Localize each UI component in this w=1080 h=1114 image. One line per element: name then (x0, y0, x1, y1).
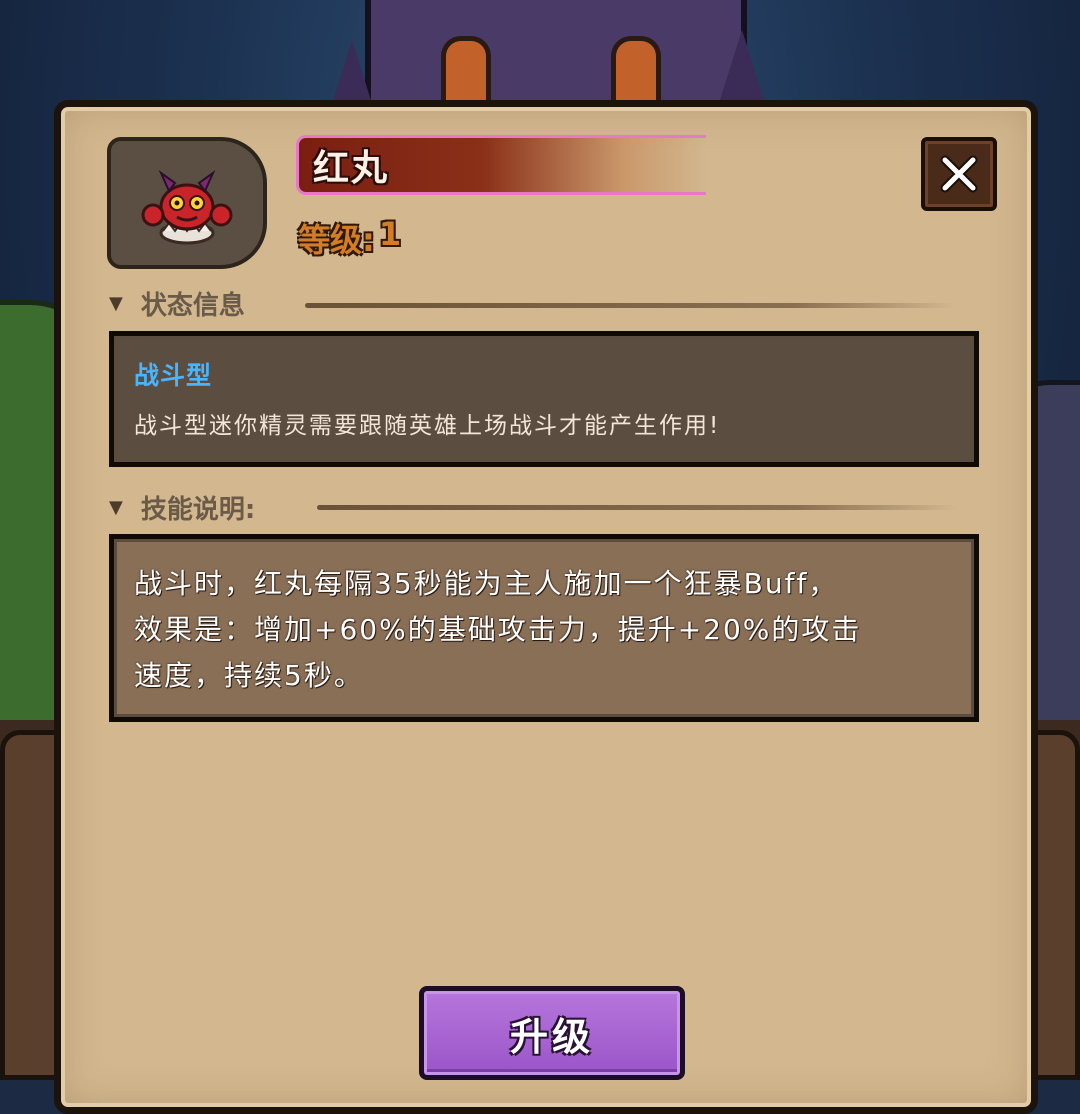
pet-level: 等级: 1 (298, 215, 401, 261)
close-button[interactable] (921, 137, 997, 211)
skill-line: 效果是：增加+60%的基础攻击力，提升+20%的攻击 (134, 613, 862, 646)
status-info-box: 战斗型 战斗型迷你精灵需要跟随英雄上场战斗才能产生作用! (109, 331, 979, 467)
skill-line: 速度，持续5秒。 (134, 659, 364, 692)
upgrade-button[interactable]: 升级 (419, 986, 685, 1080)
status-section-header[interactable]: ▼ 状态信息 (109, 285, 245, 322)
close-x-icon (940, 155, 978, 193)
pet-name-banner: 红丸 (296, 135, 706, 195)
tower-spike (720, 30, 764, 100)
section-divider (305, 303, 955, 308)
tower-window (441, 36, 491, 106)
skill-line: 战斗时，红丸每隔35秒能为主人施加一个狂暴Buff， (134, 567, 839, 600)
red-crab-pet-icon (141, 170, 233, 245)
section-divider (317, 505, 957, 510)
tower-window (611, 36, 661, 106)
skill-section-header[interactable]: ▼ 技能说明: (109, 489, 255, 526)
level-value: 1 (378, 215, 402, 253)
pet-type-name: 战斗型 (134, 361, 213, 390)
level-label: 等级: (298, 221, 375, 259)
status-section-title: 状态信息 (140, 291, 245, 321)
pet-name: 红丸 (313, 148, 390, 189)
skill-section-title: 技能说明: (140, 495, 256, 525)
collapse-triangle-icon: ▼ (109, 497, 123, 518)
pet-info-panel: 红丸 等级: 1 ▼ 状态信息 战斗型 战斗型迷你精灵需要跟随英雄上场战斗才能产… (54, 100, 1038, 1114)
pet-portrait (107, 137, 267, 269)
pet-type-description: 战斗型迷你精灵需要跟随英雄上场战斗才能产生作用! (134, 413, 721, 439)
collapse-triangle-icon: ▼ (109, 293, 123, 314)
skill-description-box: 战斗时，红丸每隔35秒能为主人施加一个狂暴Buff， 效果是：增加+60%的基础… (109, 534, 979, 722)
